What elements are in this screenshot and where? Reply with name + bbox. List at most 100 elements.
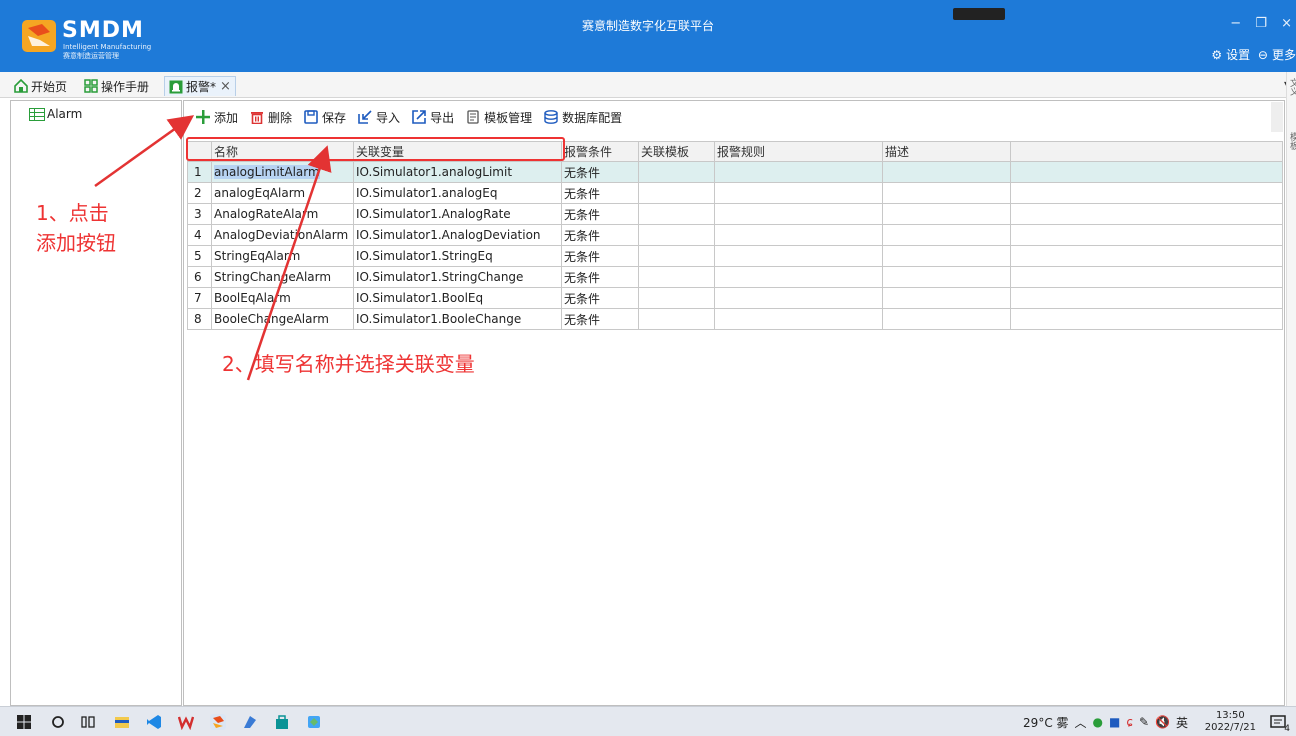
tab-alarm[interactable]: 报警* × — [164, 76, 236, 96]
name-cell[interactable]: analogLimitAlarm — [211, 161, 354, 183]
template-cell[interactable] — [638, 182, 715, 204]
tab-start-page[interactable]: 开始页 — [14, 76, 67, 96]
close-button[interactable]: × — [1281, 16, 1292, 31]
template-cell[interactable] — [638, 224, 715, 246]
rule-cell[interactable] — [714, 287, 883, 309]
store-app-icon[interactable] — [274, 714, 290, 730]
minimize-button[interactable]: − — [1230, 16, 1241, 31]
rule-cell[interactable] — [714, 182, 883, 204]
more-button[interactable]: ⊖ 更多 — [1258, 48, 1296, 62]
description-cell[interactable] — [882, 203, 1011, 225]
name-cell[interactable]: BoolEqAlarm — [211, 287, 354, 309]
table-row[interactable]: 8 BooleChangeAlarm IO.Simulator1.BooleCh… — [187, 308, 1283, 330]
description-cell[interactable] — [882, 245, 1011, 267]
name-cell[interactable]: StringChangeAlarm — [211, 266, 354, 288]
rule-cell[interactable] — [714, 224, 883, 246]
condition-cell[interactable]: 无条件 — [561, 182, 639, 204]
package-app-icon[interactable] — [306, 714, 322, 730]
condition-cell[interactable]: 无条件 — [561, 308, 639, 330]
template-manage-button[interactable]: 模板管理 — [466, 109, 532, 126]
export-button[interactable]: 导出 — [412, 109, 454, 126]
variable-cell[interactable]: IO.Simulator1.analogLimit — [353, 161, 562, 183]
table-row[interactable]: 6 StringChangeAlarm IO.Simulator1.String… — [187, 266, 1283, 288]
import-button[interactable]: 导入 — [358, 109, 400, 126]
condition-cell[interactable]: 无条件 — [561, 287, 639, 309]
column-header-template[interactable]: 关联模板 — [638, 141, 715, 162]
description-cell[interactable] — [882, 182, 1011, 204]
table-row[interactable]: 4 AnalogDeviationAlarm IO.Simulator1.Ana… — [187, 224, 1283, 246]
description-cell[interactable] — [882, 308, 1011, 330]
template-cell[interactable] — [638, 203, 715, 225]
wps-icon[interactable] — [178, 714, 194, 730]
tab-close-icon[interactable]: × — [220, 79, 231, 94]
settings-button[interactable]: ⚙ 设置 — [1211, 48, 1250, 62]
template-cell[interactable] — [638, 287, 715, 309]
variable-cell[interactable]: IO.Simulator1.StringChange — [353, 266, 562, 288]
database-config-button[interactable]: 数据库配置 — [544, 109, 622, 126]
name-cell[interactable]: AnalogRateAlarm — [211, 203, 354, 225]
restore-button[interactable]: ❐ — [1255, 16, 1267, 31]
rule-cell[interactable] — [714, 266, 883, 288]
column-header-rule[interactable]: 报警规则 — [714, 141, 883, 162]
rule-cell[interactable] — [714, 245, 883, 267]
description-cell[interactable] — [882, 224, 1011, 246]
tray-chevron-icon[interactable]: ︿ — [1075, 714, 1087, 731]
side-tab-2[interactable]: 模板 — [1287, 132, 1296, 150]
name-cell[interactable]: analogEqAlarm — [211, 182, 354, 204]
search-icon[interactable] — [50, 714, 66, 730]
column-header-variable[interactable]: 关联变量 — [353, 141, 562, 162]
column-header-description[interactable]: 描述 — [882, 141, 1011, 162]
column-header-condition[interactable]: 报警条件 — [561, 141, 639, 162]
description-cell[interactable] — [882, 161, 1011, 183]
table-row[interactable]: 3 AnalogRateAlarm IO.Simulator1.AnalogRa… — [187, 203, 1283, 225]
antivirus-icon[interactable]: ɕ — [1126, 715, 1133, 729]
variable-cell[interactable]: IO.Simulator1.AnalogDeviation — [353, 224, 562, 246]
template-cell[interactable] — [638, 161, 715, 183]
description-cell[interactable] — [882, 266, 1011, 288]
windows-start-icon[interactable] — [16, 714, 32, 730]
column-header-name[interactable]: 名称 — [211, 141, 354, 162]
file-explorer-icon[interactable] — [114, 714, 130, 730]
table-row[interactable]: 7 BoolEqAlarm IO.Simulator1.BoolEq 无条件 — [187, 287, 1283, 309]
variable-cell[interactable]: IO.Simulator1.StringEq — [353, 245, 562, 267]
weather-widget[interactable]: 29°C 雾 — [1023, 714, 1068, 731]
toolbar-scroll[interactable] — [1271, 102, 1283, 132]
tree-item-alarm[interactable]: Alarm — [29, 107, 82, 121]
condition-cell[interactable]: 无条件 — [561, 161, 639, 183]
template-cell[interactable] — [638, 266, 715, 288]
name-cell[interactable]: StringEqAlarm — [211, 245, 354, 267]
rule-cell[interactable] — [714, 161, 883, 183]
variable-cell[interactable]: IO.Simulator1.BooleChange — [353, 308, 562, 330]
name-cell[interactable]: BooleChangeAlarm — [211, 308, 354, 330]
task-view-icon[interactable] — [80, 714, 96, 730]
condition-cell[interactable]: 无条件 — [561, 245, 639, 267]
system-clock[interactable]: 13:50 2022/7/21 — [1205, 710, 1256, 734]
variable-cell[interactable]: IO.Simulator1.analogEq — [353, 182, 562, 204]
variable-cell[interactable]: IO.Simulator1.BoolEq — [353, 287, 562, 309]
table-row[interactable]: 1 analogLimitAlarm IO.Simulator1.analogL… — [187, 161, 1283, 183]
condition-cell[interactable]: 无条件 — [561, 203, 639, 225]
condition-cell[interactable]: 无条件 — [561, 224, 639, 246]
side-tab-1[interactable]: 文义 — [1287, 78, 1296, 96]
table-row[interactable]: 2 analogEqAlarm IO.Simulator1.analogEq 无… — [187, 182, 1283, 204]
name-cell[interactable]: AnalogDeviationAlarm — [211, 224, 354, 246]
wechat-icon[interactable]: ● — [1093, 715, 1103, 729]
table-row[interactable]: 5 StringEqAlarm IO.Simulator1.StringEq 无… — [187, 245, 1283, 267]
add-button[interactable]: 添加 — [196, 109, 238, 126]
tab-manual[interactable]: 操作手册 — [84, 76, 149, 96]
variable-cell[interactable]: IO.Simulator1.AnalogRate — [353, 203, 562, 225]
condition-cell[interactable]: 无条件 — [561, 266, 639, 288]
template-cell[interactable] — [638, 308, 715, 330]
app-tray-icon[interactable]: ■ — [1109, 715, 1120, 729]
ime-indicator[interactable]: 英 — [1176, 714, 1188, 731]
speaker-muted-icon[interactable]: 🔇 — [1155, 715, 1170, 729]
rule-cell[interactable] — [714, 203, 883, 225]
delete-button[interactable]: 删除 — [250, 109, 292, 126]
notification-center-icon[interactable]: 4 — [1270, 714, 1290, 734]
vscode-icon[interactable] — [146, 714, 162, 730]
template-cell[interactable] — [638, 245, 715, 267]
notes-app-icon[interactable] — [242, 714, 258, 730]
rule-cell[interactable] — [714, 308, 883, 330]
pen-icon[interactable]: ✎ — [1139, 715, 1149, 729]
save-button[interactable]: 保存 — [304, 109, 346, 126]
